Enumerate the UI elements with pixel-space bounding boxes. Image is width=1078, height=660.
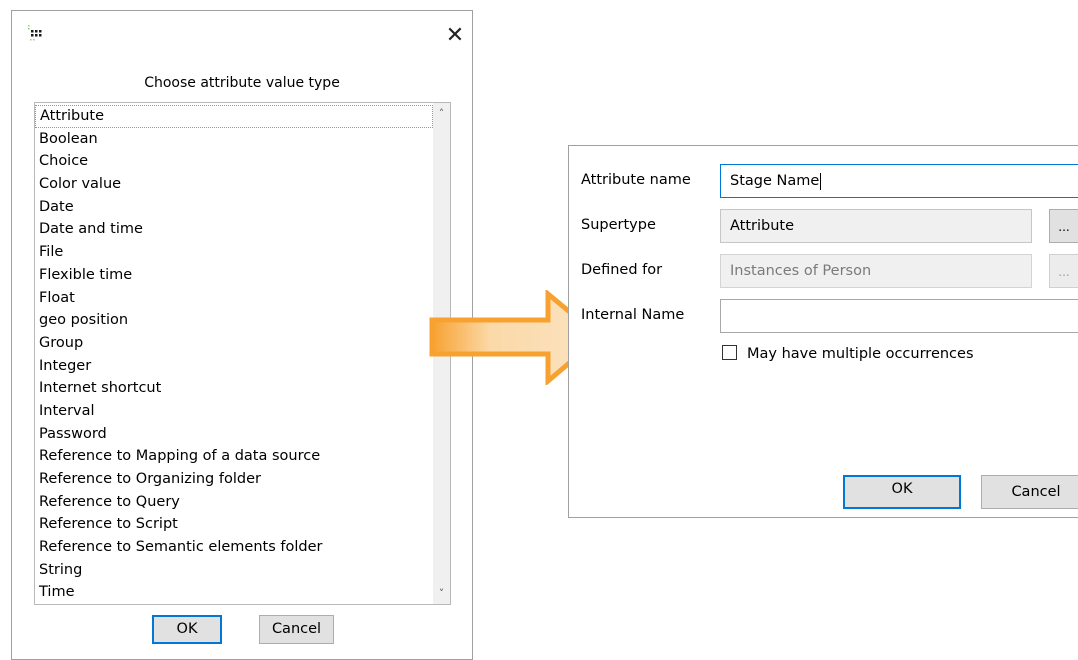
close-icon[interactable]: ✕ xyxy=(440,21,470,51)
list-item[interactable]: Time xyxy=(35,581,433,604)
list-item[interactable]: Color value xyxy=(35,173,433,196)
attribute-properties-dialog: Attribute name Stage Name Supertype Attr… xyxy=(568,145,1078,518)
defined-for-label: Defined for xyxy=(581,262,663,278)
scroll-down-icon[interactable]: ˅ xyxy=(433,585,450,602)
list-item[interactable]: Interval xyxy=(35,400,433,423)
list-item[interactable]: Choice xyxy=(35,150,433,173)
cancel-button[interactable]: Cancel xyxy=(259,615,334,644)
supertype-browse-button[interactable]: ... xyxy=(1049,209,1078,243)
defined-for-field: Instances of Person xyxy=(720,254,1032,288)
dialog-prompt: Choose attribute value type xyxy=(144,75,340,91)
cancel-button[interactable]: Cancel xyxy=(981,475,1078,509)
supertype-field: Attribute xyxy=(720,209,1032,243)
app-grid-icon xyxy=(28,25,42,41)
ok-button[interactable]: OK xyxy=(152,615,222,644)
multiple-occurrences-option[interactable]: May have multiple occurrences xyxy=(722,345,974,362)
ok-button[interactable]: OK xyxy=(843,475,961,509)
list-item[interactable]: Date and time xyxy=(35,218,433,241)
list-item[interactable]: Password xyxy=(35,423,433,446)
list-item[interactable]: Reference to Query xyxy=(35,491,433,514)
multiple-occurrences-checkbox[interactable] xyxy=(722,345,737,360)
multiple-occurrences-label: May have multiple occurrences xyxy=(747,346,974,362)
choose-type-dialog: ✕ Choose attribute value type Attribute B… xyxy=(11,10,473,660)
defined-for-browse-button: ... xyxy=(1049,254,1078,288)
type-listbox[interactable]: Attribute Boolean Choice Color value Date Dat… xyxy=(34,102,451,605)
list-item[interactable]: Date xyxy=(35,196,433,219)
list-item[interactable]: Group xyxy=(35,332,433,355)
internal-name-label: Internal Name xyxy=(581,307,685,323)
list-item[interactable]: Reference to Script xyxy=(35,513,433,536)
attribute-name-input[interactable]: Stage Name xyxy=(720,164,1078,198)
attribute-name-label: Attribute name xyxy=(581,172,691,188)
type-list: Attribute Boolean Choice Color value Date Dat… xyxy=(35,105,433,604)
text-caret xyxy=(820,172,822,190)
list-item[interactable]: Float xyxy=(35,287,433,310)
list-item[interactable]: Flexible time xyxy=(35,264,433,287)
attribute-name-value: Stage Name xyxy=(730,173,820,189)
list-item[interactable]: Reference to Semantic elements folder xyxy=(35,536,433,559)
internal-name-input[interactable] xyxy=(720,299,1078,333)
list-item[interactable]: Boolean xyxy=(35,128,433,151)
list-item[interactable]: Integer xyxy=(35,355,433,378)
supertype-label: Supertype xyxy=(581,217,656,233)
list-item[interactable]: Internet shortcut xyxy=(35,377,433,400)
list-item[interactable]: Reference to Mapping of a data source xyxy=(35,445,433,468)
list-item[interactable]: Attribute xyxy=(35,105,433,128)
list-item[interactable]: String xyxy=(35,559,433,582)
list-item[interactable]: geo position xyxy=(35,309,433,332)
scroll-up-icon[interactable]: ˄ xyxy=(433,105,450,122)
list-item[interactable]: File xyxy=(35,241,433,264)
list-item[interactable]: Reference to Organizing folder xyxy=(35,468,433,491)
